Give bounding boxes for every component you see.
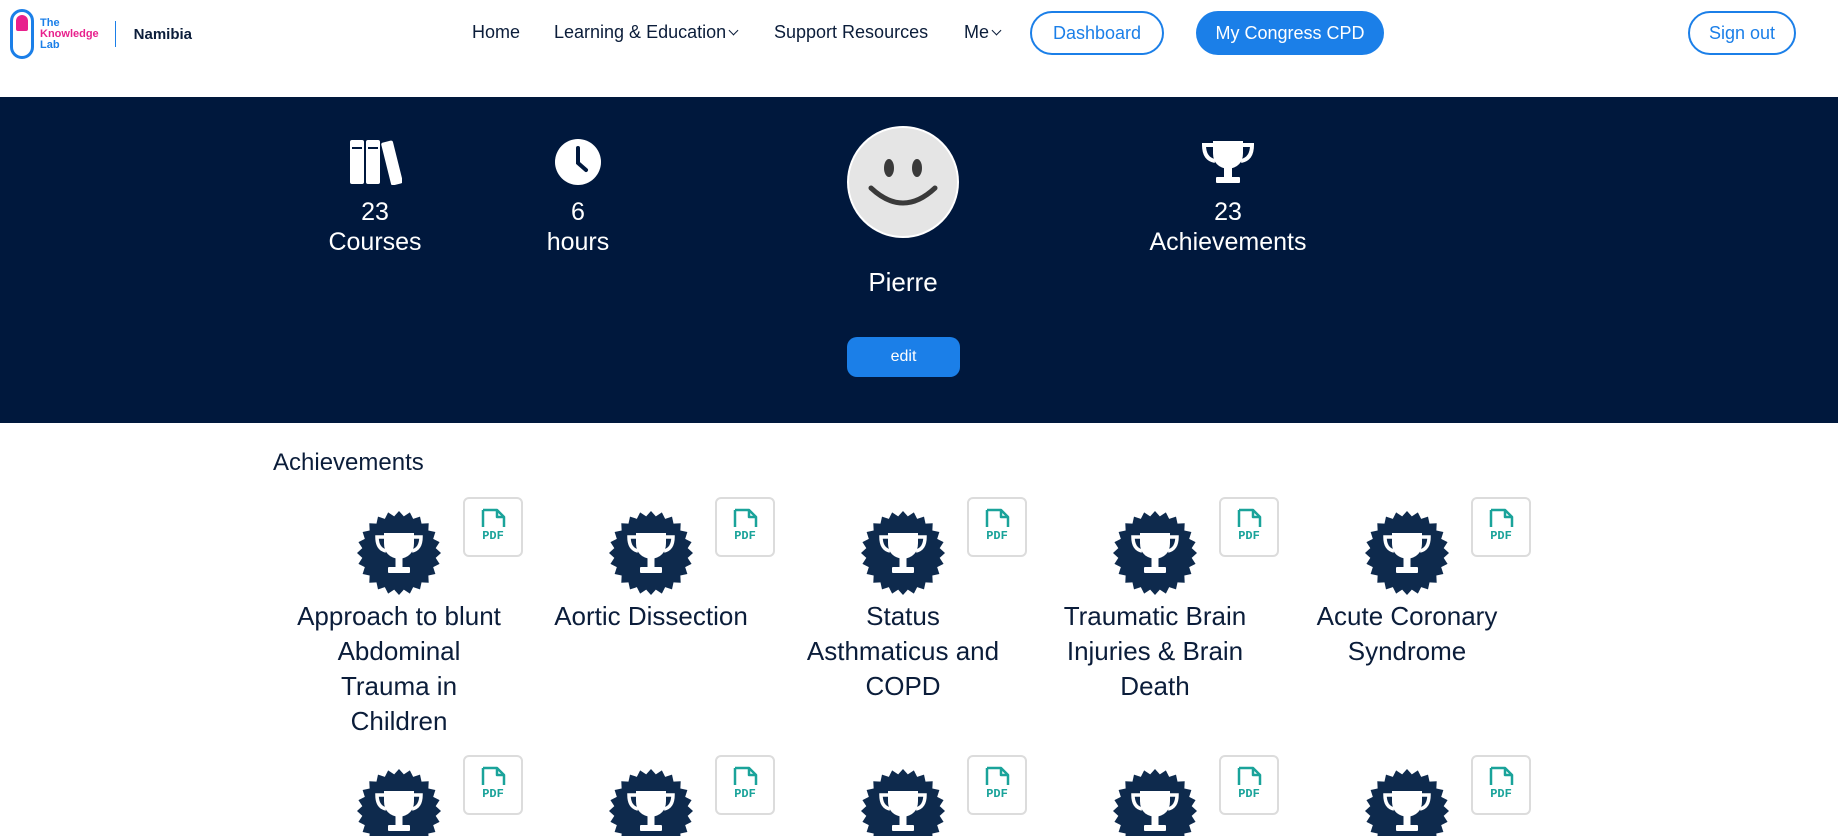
achievement-badge-icon: [1111, 509, 1199, 597]
user-name: Pierre: [868, 267, 938, 297]
svg-text:PDF: PDF: [1238, 787, 1260, 801]
achievement-title: Approach to blunt Abdominal Trauma in Ch…: [297, 601, 501, 736]
nav-support-link[interactable]: Support Resources: [774, 22, 928, 43]
achievement-title: Traumatic Brain Injuries & Brain Death: [1063, 601, 1247, 701]
achievement-title: Status Asthmaticus and COPD: [806, 601, 1000, 701]
achievement-badge-icon: [355, 509, 443, 597]
pdf-download-button[interactable]: PDF: [1471, 497, 1531, 557]
pdf-download-button[interactable]: PDF: [1219, 497, 1279, 557]
pdf-download-button[interactable]: PDF: [967, 755, 1027, 815]
achievement-badge-icon: [355, 767, 443, 836]
pdf-download-button[interactable]: PDF: [715, 755, 775, 815]
my-congress-cpd-button[interactable]: My Congress CPD: [1196, 11, 1384, 55]
achievements-label: Achievements: [1149, 228, 1307, 256]
achievement-badge-icon: [607, 509, 695, 597]
pdf-download-button[interactable]: PDF: [715, 497, 775, 557]
smiley-icon: [868, 159, 938, 206]
courses-stat: 23 Courses: [315, 137, 435, 257]
pdf-file-icon: PDF: [1481, 765, 1521, 801]
svg-text:PDF: PDF: [986, 787, 1008, 801]
pdf-download-button[interactable]: PDF: [1219, 755, 1279, 815]
courses-label: Courses: [328, 228, 422, 256]
pdf-file-icon: PDF: [1481, 507, 1521, 543]
books-icon: [315, 137, 435, 187]
site-header: The Knowledge Lab Namibia Home Learning …: [0, 0, 1838, 97]
svg-text:PDF: PDF: [1490, 529, 1512, 543]
clock-icon: [518, 137, 638, 187]
sign-out-button[interactable]: Sign out: [1688, 11, 1796, 55]
avatar: [847, 126, 959, 238]
logo-wordmark: The Knowledge Lab: [40, 16, 99, 51]
pdf-file-icon: PDF: [977, 765, 1017, 801]
pdf-download-button[interactable]: PDF: [1471, 755, 1531, 815]
pdf-file-icon: PDF: [725, 507, 765, 543]
achievement-badge-icon: [859, 767, 947, 836]
achievements-stat: 23 Achievements: [1138, 137, 1318, 257]
nav-learning-dropdown[interactable]: Learning & Education: [554, 22, 739, 43]
achievement-title: Acute Coronary Syndrome: [1316, 601, 1498, 666]
pdf-file-icon: PDF: [1229, 765, 1269, 801]
pdf-download-button[interactable]: PDF: [967, 497, 1027, 557]
pdf-file-icon: PDF: [473, 765, 513, 801]
dashboard-button[interactable]: Dashboard: [1030, 11, 1164, 55]
achievement-badge-icon: [1363, 509, 1451, 597]
achievements-count: 23: [1214, 198, 1242, 226]
svg-text:PDF: PDF: [734, 529, 756, 543]
nav-home-link[interactable]: Home: [472, 22, 520, 43]
svg-text:PDF: PDF: [482, 529, 504, 543]
site-logo[interactable]: The Knowledge Lab Namibia: [10, 8, 192, 60]
svg-text:PDF: PDF: [734, 787, 756, 801]
svg-text:PDF: PDF: [986, 529, 1008, 543]
achievement-badge-icon: [607, 767, 695, 836]
pdf-file-icon: PDF: [977, 507, 1017, 543]
svg-text:PDF: PDF: [482, 787, 504, 801]
achievements-heading: Achievements: [273, 449, 424, 476]
chevron-down-icon: [728, 25, 739, 36]
nav-me-dropdown[interactable]: Me: [964, 22, 1002, 43]
pdf-file-icon: PDF: [1229, 507, 1269, 543]
edit-profile-button[interactable]: edit: [847, 337, 960, 377]
hours-label: hours: [546, 228, 610, 256]
achievement-title: Aortic Dissection: [554, 601, 748, 631]
pdf-download-button[interactable]: PDF: [463, 497, 523, 557]
achievement-badge-icon: [1111, 767, 1199, 836]
pdf-download-button[interactable]: PDF: [463, 755, 523, 815]
svg-text:PDF: PDF: [1238, 529, 1260, 543]
achievement-badge-icon: [1363, 767, 1451, 836]
svg-text:PDF: PDF: [1490, 787, 1512, 801]
hours-count: 6: [571, 198, 585, 226]
pdf-file-icon: PDF: [725, 765, 765, 801]
logo-country: Namibia: [133, 25, 193, 43]
pdf-file-icon: PDF: [473, 507, 513, 543]
achievement-badge-icon: [859, 509, 947, 597]
logo-pill-icon: [10, 9, 34, 59]
trophy-icon: [1138, 137, 1318, 187]
chevron-down-icon: [991, 25, 1002, 36]
hours-stat: 6 hours: [518, 137, 638, 257]
profile-banner: 23 Courses 6 hours Pierre edit 23 Achiev…: [0, 97, 1838, 423]
courses-count: 23: [361, 198, 389, 226]
